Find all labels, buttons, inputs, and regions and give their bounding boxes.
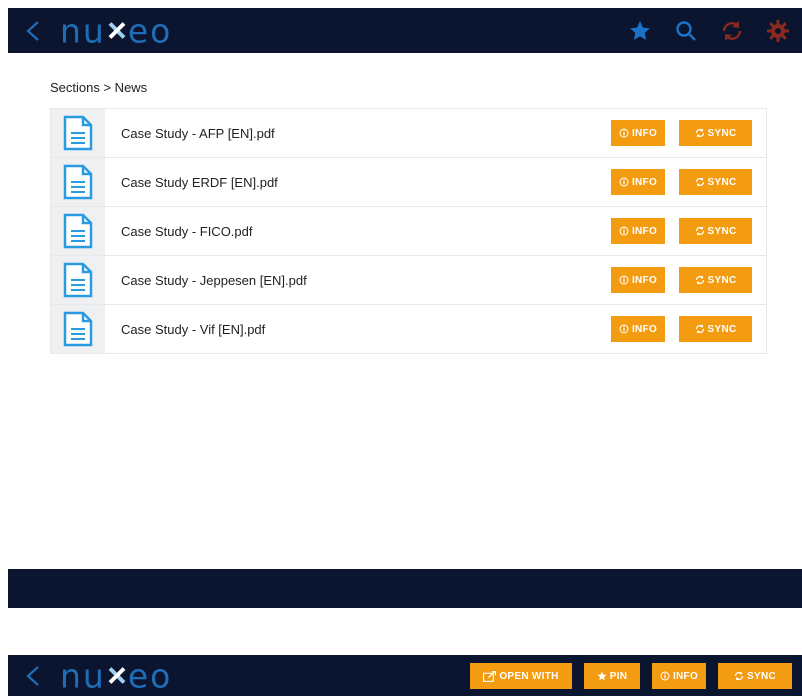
info-button[interactable]: INFO: [611, 218, 665, 244]
document-thumbnail: [51, 256, 105, 304]
sync-icon[interactable]: [720, 19, 744, 43]
list-item[interactable]: Case Study - Jeppesen [EN].pdf INFO SYNC: [50, 256, 767, 305]
top-app-bar: nu eo: [8, 8, 802, 53]
sync-icon: [734, 671, 744, 681]
document-thumbnail: [51, 158, 105, 206]
list-item[interactable]: Case Study - FICO.pdf INFO SYNC: [50, 207, 767, 256]
nuxeo-logo: nu eo: [60, 11, 173, 50]
sync-icon: [695, 177, 704, 187]
list-item[interactable]: Case Study ERDF [EN].pdf INFO SYNC: [50, 158, 767, 207]
document-name: Case Study - FICO.pdf: [121, 223, 253, 239]
info-icon: [619, 226, 629, 236]
document-icon: [63, 311, 93, 347]
external-link-icon: [483, 670, 497, 682]
sync-button[interactable]: SYNC: [679, 218, 752, 244]
info-icon: [619, 275, 629, 285]
sync-button[interactable]: SYNC: [718, 663, 792, 689]
gear-icon[interactable]: [766, 19, 790, 43]
open-with-button[interactable]: OPEN WITH: [470, 663, 572, 689]
info-icon: [619, 324, 629, 334]
back-chevron-icon[interactable]: [24, 665, 44, 686]
document-icon: [63, 262, 93, 298]
info-icon: [619, 177, 629, 187]
info-button[interactable]: INFO: [611, 316, 665, 342]
breadcrumb[interactable]: Sections > News: [50, 80, 147, 95]
document-name: Case Study - Jeppesen [EN].pdf: [121, 272, 307, 288]
logo-x-mark-icon: [108, 22, 126, 39]
sync-icon: [695, 275, 704, 285]
nuxeo-logo: nu eo: [60, 656, 173, 695]
star-icon: [597, 671, 607, 681]
document-name: Case Study - Vif [EN].pdf: [121, 321, 266, 337]
document-thumbnail: [51, 109, 105, 157]
bottom-app-bar: nu eo OPEN WITH PIN INFO SYNC: [8, 655, 802, 696]
sync-button[interactable]: SYNC: [679, 169, 752, 195]
document-icon: [63, 213, 93, 249]
info-button[interactable]: INFO: [611, 169, 665, 195]
info-icon: [619, 128, 629, 138]
sync-button[interactable]: SYNC: [679, 120, 752, 146]
document-thumbnail: [51, 207, 105, 255]
search-icon[interactable]: [674, 19, 698, 43]
info-button[interactable]: INFO: [611, 120, 665, 146]
document-list: Case Study - AFP [EN].pdf INFO SYNC Case…: [50, 108, 767, 354]
document-icon: [63, 115, 93, 151]
back-chevron-icon[interactable]: [24, 20, 44, 41]
document-name: Case Study - AFP [EN].pdf: [121, 125, 275, 141]
document-name: Case Study ERDF [EN].pdf: [121, 174, 278, 190]
document-thumbnail: [51, 305, 105, 353]
pin-button[interactable]: PIN: [584, 663, 640, 689]
sync-icon: [695, 128, 704, 138]
list-item[interactable]: Case Study - AFP [EN].pdf INFO SYNC: [50, 108, 767, 158]
info-button[interactable]: INFO: [611, 267, 665, 293]
sync-button[interactable]: SYNC: [679, 316, 752, 342]
sync-icon: [695, 324, 704, 334]
sync-icon: [695, 226, 704, 236]
info-icon: [660, 671, 670, 681]
document-icon: [63, 164, 93, 200]
sync-button[interactable]: SYNC: [679, 267, 752, 293]
star-icon[interactable]: [628, 19, 652, 43]
info-button[interactable]: INFO: [652, 663, 706, 689]
list-item[interactable]: Case Study - Vif [EN].pdf INFO SYNC: [50, 305, 767, 354]
logo-x-mark-icon: [108, 667, 126, 684]
toolbar-strip: [8, 569, 802, 608]
